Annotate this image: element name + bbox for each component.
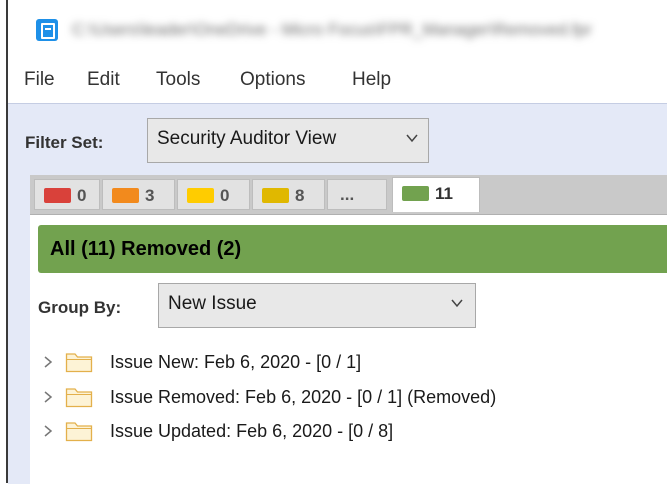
tab-count: 8 bbox=[295, 186, 305, 205]
group-by-dropdown[interactable]: New Issue bbox=[158, 283, 476, 328]
summary-bar: All (11) Removed (2) bbox=[38, 225, 667, 273]
group-by-value: New Issue bbox=[168, 293, 257, 314]
medium-swatch bbox=[187, 188, 214, 203]
tab-count: 0 bbox=[77, 186, 87, 205]
critical-swatch bbox=[44, 188, 71, 203]
chevron-down-icon bbox=[451, 299, 463, 308]
tab-medium[interactable]: 0 bbox=[177, 179, 250, 210]
tab-count: 3 bbox=[145, 186, 155, 205]
window-title: C:\Users\leader\OneDrive - Micro Focus\F… bbox=[72, 20, 592, 39]
issues-panel: Filter Set: Security Auditor View 0 3 0 … bbox=[8, 103, 667, 484]
tab-count: 11 bbox=[435, 184, 453, 203]
filter-set-dropdown[interactable]: Security Auditor View bbox=[147, 118, 429, 163]
menu-tools[interactable]: Tools bbox=[156, 68, 200, 92]
tree-node-label: Issue Removed: Feb 6, 2020 - [0 / 1] (Re… bbox=[110, 387, 497, 407]
filter-set-label: Filter Set: bbox=[25, 133, 104, 152]
menu-file[interactable]: File bbox=[24, 68, 55, 92]
summary-text: All (11) Removed (2) bbox=[50, 238, 242, 260]
tab-count: 0 bbox=[220, 186, 230, 205]
issues-content: All (11) Removed (2) Group By: New Issue… bbox=[30, 215, 667, 484]
tab-critical[interactable]: 0 bbox=[34, 179, 100, 210]
menu-edit[interactable]: Edit bbox=[87, 68, 120, 92]
tab-high[interactable]: 3 bbox=[102, 179, 175, 210]
chevron-right-icon[interactable] bbox=[43, 424, 53, 438]
tab-more[interactable]: ... bbox=[327, 179, 387, 210]
folder-icon bbox=[65, 422, 93, 442]
all-swatch bbox=[402, 186, 429, 201]
high-swatch bbox=[112, 188, 139, 203]
menu-help[interactable]: Help bbox=[352, 68, 391, 92]
chevron-right-icon[interactable] bbox=[43, 355, 53, 369]
low-swatch bbox=[262, 188, 289, 203]
chevron-down-icon bbox=[406, 134, 418, 143]
folder-icon bbox=[65, 353, 93, 373]
menu-bar: File Edit Tools Options Help bbox=[8, 58, 667, 102]
tree-node[interactable]: Issue Updated: Feb 6, 2020 - [0 / 8] bbox=[30, 416, 667, 446]
priority-tabstrip: 0 3 0 8 ... 11 bbox=[30, 175, 667, 215]
group-by-label: Group By: bbox=[38, 298, 122, 317]
tab-all[interactable]: 11 bbox=[392, 177, 480, 212]
more-tabs-ellipsis: ... bbox=[340, 185, 355, 204]
tree-node[interactable]: Issue New: Feb 6, 2020 - [0 / 1] bbox=[30, 347, 667, 377]
filter-set-value: Security Auditor View bbox=[157, 128, 337, 149]
app-icon bbox=[36, 19, 58, 41]
menu-options[interactable]: Options bbox=[240, 68, 305, 92]
folder-icon bbox=[65, 388, 93, 408]
tree-node-label: Issue New: Feb 6, 2020 - [0 / 1] bbox=[110, 352, 362, 372]
title-bar: C:\Users\leader\OneDrive - Micro Focus\F… bbox=[8, 0, 667, 58]
tree-node[interactable]: Issue Removed: Feb 6, 2020 - [0 / 1] (Re… bbox=[30, 382, 667, 412]
tab-low[interactable]: 8 bbox=[252, 179, 325, 210]
tree-node-label: Issue Updated: Feb 6, 2020 - [0 / 8] bbox=[110, 421, 394, 441]
chevron-right-icon[interactable] bbox=[43, 390, 53, 404]
